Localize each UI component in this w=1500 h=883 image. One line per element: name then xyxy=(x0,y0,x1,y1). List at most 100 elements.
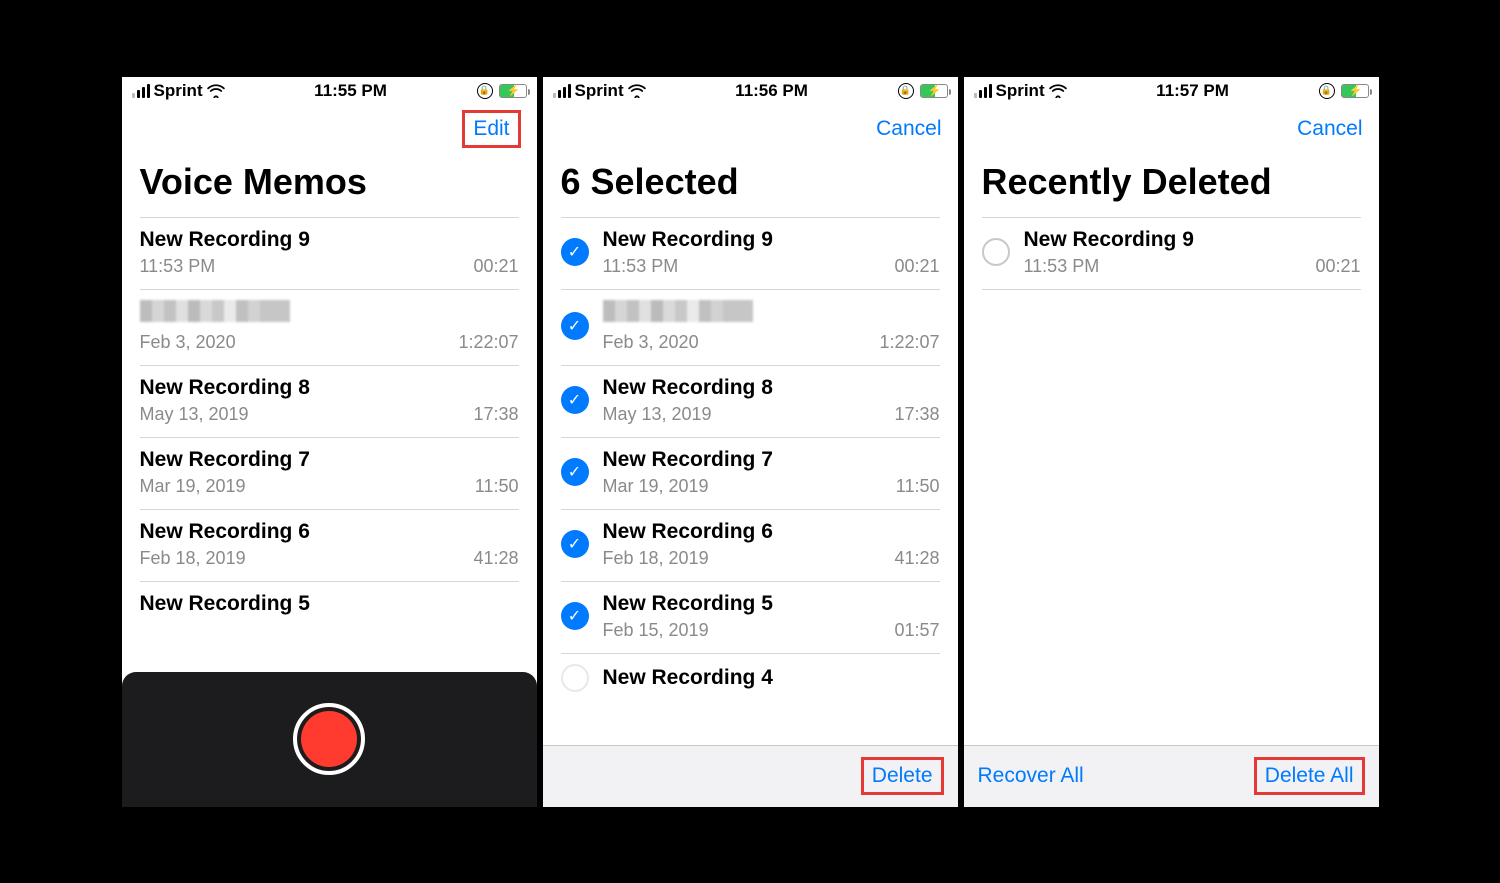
list-item-content: New Recording 911:53 PM00:21 xyxy=(140,228,519,277)
screen-recently-deleted: Sprint 11:57 PM 🔒 ⚡ Cancel Recently Dele… xyxy=(964,77,1379,807)
recover-all-button[interactable]: Recover All xyxy=(978,764,1084,788)
list-item[interactable]: New Recording 911:53 PM00:21 xyxy=(140,217,519,290)
cancel-button[interactable]: Cancel xyxy=(1297,117,1362,141)
list-item-content: New Recording 6 Feb 18, 2019 41:28 xyxy=(603,520,940,569)
list-item[interactable]: New Recording 911:53 PM00:21 xyxy=(982,217,1361,290)
clock: 11:56 PM xyxy=(735,81,808,101)
recording-date: Feb 3, 2020 xyxy=(140,332,236,353)
list-item-content: Feb 3, 20201:22:07 xyxy=(603,300,940,353)
recording-title: New Recording 6 xyxy=(603,520,940,544)
recording-title: New Recording 8 xyxy=(140,376,519,400)
recording-duration: 1:22:07 xyxy=(879,332,939,353)
checkmark-icon[interactable]: ✓ xyxy=(561,530,589,558)
recording-title: New Recording 8 xyxy=(603,376,940,400)
recording-duration: 17:38 xyxy=(894,404,939,425)
list-item-content: Feb 3, 2020 1:22:07 xyxy=(140,300,519,353)
delete-button[interactable]: Delete xyxy=(861,757,944,795)
status-bar: Sprint 11:55 PM 🔒 ⚡ xyxy=(122,77,537,105)
list-item-content: New Recording 8 May 13, 2019 17:38 xyxy=(140,376,519,425)
checkmark-icon[interactable]: ✓ xyxy=(561,238,589,266)
page-title: Voice Memos xyxy=(122,153,537,217)
list-item-content: New Recording 6Feb 18, 201941:28 xyxy=(140,520,519,569)
status-bar: Sprint 11:57 PM 🔒 ⚡ xyxy=(964,77,1379,105)
list-item[interactable]: Feb 3, 2020 1:22:07 xyxy=(140,290,519,366)
recording-title: New Recording 9 xyxy=(1024,228,1361,252)
list-item[interactable]: ✓ New Recording 5 Feb 15, 2019 01:57 xyxy=(561,582,940,654)
recording-date: 11:53 PM xyxy=(140,256,216,277)
recordings-list[interactable]: New Recording 911:53 PM00:21 xyxy=(964,217,1379,745)
list-item[interactable]: ✓ New Recording 9 11:53 PM 00:21 xyxy=(561,217,940,290)
wifi-icon xyxy=(207,84,225,98)
recording-title: New Recording 4 xyxy=(603,666,773,690)
checkmark-icon[interactable]: ✓ xyxy=(561,458,589,486)
toolbar: Delete xyxy=(543,745,958,807)
clock: 11:57 PM xyxy=(1156,81,1229,101)
checkmark-icon[interactable]: ✓ xyxy=(561,312,589,340)
triptych: Sprint 11:55 PM 🔒 ⚡ Edit Voice Memos New… xyxy=(92,37,1409,847)
list-item[interactable]: ✓ New Recording 8 May 13, 2019 17:38 xyxy=(561,366,940,438)
recording-date: May 13, 2019 xyxy=(603,404,712,425)
battery-icon: ⚡ xyxy=(920,84,948,98)
nav-bar: Cancel xyxy=(543,105,958,153)
delete-all-button[interactable]: Delete All xyxy=(1254,757,1365,795)
recording-title: New Recording 9 xyxy=(603,228,940,252)
recording-date: 11:53 PM xyxy=(603,256,679,277)
recording-duration: 00:21 xyxy=(894,256,939,277)
recording-date: Feb 18, 2019 xyxy=(603,548,709,569)
cancel-button[interactable]: Cancel xyxy=(876,117,941,141)
recording-date: 11:53 PM xyxy=(1024,256,1100,277)
recording-duration: 01:57 xyxy=(894,620,939,641)
carrier-label: Sprint xyxy=(154,81,203,101)
checkmark-icon[interactable]: ✓ xyxy=(561,386,589,414)
list-item-content: New Recording 5 Feb 15, 2019 01:57 xyxy=(603,592,940,641)
list-item[interactable]: ✓ New Recording 6 Feb 18, 2019 41:28 xyxy=(561,510,940,582)
page-title: 6 Selected xyxy=(543,153,958,217)
cellular-signal-icon xyxy=(132,84,150,98)
battery-icon: ⚡ xyxy=(1341,84,1369,98)
list-item[interactable]: New Recording 6Feb 18, 201941:28 xyxy=(140,510,519,582)
record-bar xyxy=(122,672,537,807)
edit-button[interactable]: Edit xyxy=(462,110,520,148)
list-item-partial[interactable]: New Recording 5 xyxy=(140,582,519,616)
list-item-content: New Recording 911:53 PM00:21 xyxy=(1024,228,1361,277)
recordings-list[interactable]: ✓ New Recording 9 11:53 PM 00:21 ✓ Feb 3, 202… xyxy=(543,217,958,745)
list-item-content: New Recording 7Mar 19, 201911:50 xyxy=(603,448,940,497)
list-item[interactable]: ✓ New Recording 7Mar 19, 201911:50 xyxy=(561,438,940,510)
record-button[interactable] xyxy=(293,703,365,775)
list-item[interactable]: ✓ Feb 3, 20201:22:07 xyxy=(561,290,940,366)
toolbar: Recover All Delete All xyxy=(964,745,1379,807)
recording-title: New Recording 7 xyxy=(603,448,940,472)
carrier-label: Sprint xyxy=(575,81,624,101)
recording-date: May 13, 2019 xyxy=(140,404,249,425)
cellular-signal-icon xyxy=(974,84,992,98)
clock: 11:55 PM xyxy=(314,81,387,101)
cellular-signal-icon xyxy=(553,84,571,98)
recording-date: Feb 18, 2019 xyxy=(140,548,246,569)
carrier-label: Sprint xyxy=(996,81,1045,101)
list-item[interactable]: New Recording 8 May 13, 2019 17:38 xyxy=(140,366,519,438)
checkmark-icon[interactable]: ✓ xyxy=(561,602,589,630)
recording-duration: 41:28 xyxy=(894,548,939,569)
recording-duration: 11:50 xyxy=(475,476,519,497)
list-item-partial[interactable]: New Recording 4 xyxy=(561,654,940,692)
recording-duration: 17:38 xyxy=(473,404,518,425)
recording-date: Feb 15, 2019 xyxy=(603,620,709,641)
page-title: Recently Deleted xyxy=(964,153,1379,217)
orientation-lock-icon: 🔒 xyxy=(1319,83,1335,99)
unchecked-circle-icon[interactable] xyxy=(982,238,1010,266)
screen-selection: Sprint 11:56 PM 🔒 ⚡ Cancel 6 Selected ✓ N… xyxy=(543,77,958,807)
list-item[interactable]: New Recording 7Mar 19, 201911:50 xyxy=(140,438,519,510)
nav-bar: Edit xyxy=(122,105,537,153)
nav-bar: Cancel xyxy=(964,105,1379,153)
status-bar: Sprint 11:56 PM 🔒 ⚡ xyxy=(543,77,958,105)
wifi-icon xyxy=(1049,84,1067,98)
recording-duration: 1:22:07 xyxy=(458,332,518,353)
list-item-content: New Recording 7Mar 19, 201911:50 xyxy=(140,448,519,497)
unchecked-circle-icon[interactable] xyxy=(561,664,589,692)
recording-title: New Recording 5 xyxy=(603,592,940,616)
wifi-icon xyxy=(628,84,646,98)
recording-title xyxy=(140,300,519,328)
orientation-lock-icon: 🔒 xyxy=(898,83,914,99)
recording-duration: 41:28 xyxy=(473,548,518,569)
battery-icon: ⚡ xyxy=(499,84,527,98)
